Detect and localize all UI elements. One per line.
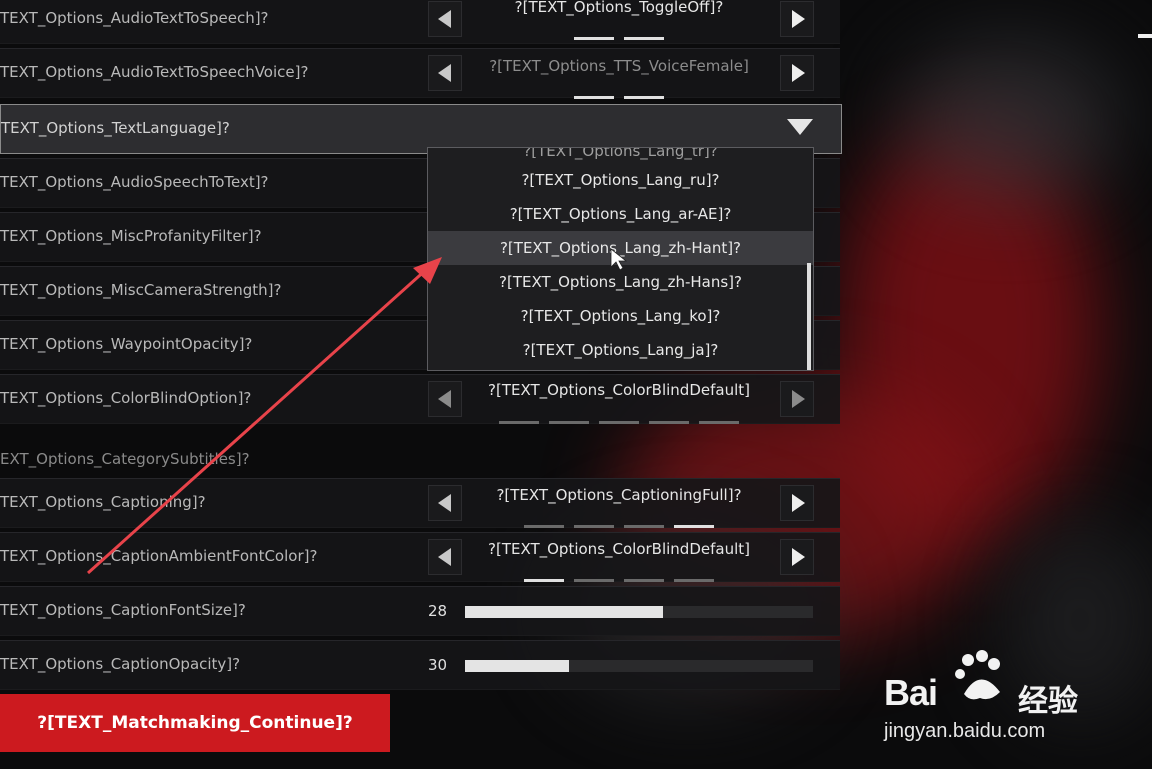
option-value: ?[TEXT_Options_ToggleOff]? bbox=[514, 0, 724, 16]
next-arrow-icon[interactable] bbox=[780, 381, 814, 417]
corner-mark bbox=[1138, 34, 1152, 38]
value-indicator bbox=[462, 409, 776, 424]
slider-fill bbox=[465, 660, 570, 672]
prev-arrow-icon[interactable] bbox=[428, 381, 462, 417]
language-option-ja[interactable]: ?[TEXT_Options_Lang_ja]? bbox=[428, 333, 813, 367]
option-row-tts-voice: TEXT_Options_AudioTextToSpeechVoice]? ?[… bbox=[0, 48, 840, 99]
baidu-logo: Bai bbox=[884, 672, 938, 713]
option-value: ?[TEXT_Options_ColorBlindDefault] bbox=[488, 540, 750, 558]
value-indicator bbox=[462, 567, 776, 582]
option-row-caption-font-size: TEXT_Options_CaptionFontSize]? 28 bbox=[0, 586, 840, 636]
chevron-down-icon[interactable] bbox=[787, 119, 813, 135]
language-option-ar-ae[interactable]: ?[TEXT_Options_Lang_ar-AE]? bbox=[428, 197, 813, 231]
language-option-ko[interactable]: ?[TEXT_Options_Lang_ko]? bbox=[428, 299, 813, 333]
language-option-zh-hans[interactable]: ?[TEXT_Options_Lang_zh-Hans]? bbox=[428, 265, 813, 299]
language-option-tr[interactable]: ?[TEXT_Options_Lang_tr]? bbox=[428, 148, 813, 163]
next-arrow-icon[interactable] bbox=[780, 1, 814, 37]
value-indicator bbox=[462, 513, 776, 528]
option-label: TEXT_Options_MiscCameraStrength]? bbox=[0, 281, 282, 299]
option-label: TEXT_Options_TextLanguage]? bbox=[1, 119, 230, 137]
value-indicator bbox=[462, 84, 776, 99]
menu-scrollbar[interactable] bbox=[807, 263, 811, 370]
prev-arrow-icon[interactable] bbox=[428, 1, 462, 37]
option-label: TEXT_Options_CaptionAmbientFontColor]? bbox=[0, 547, 318, 565]
prev-arrow-icon[interactable] bbox=[428, 539, 462, 575]
slider-fill bbox=[465, 606, 664, 618]
section-title-subtitles: EXT_Options_CategorySubtitles]? bbox=[0, 450, 250, 468]
option-label: TEXT_Options_CaptionFontSize]? bbox=[0, 601, 246, 619]
option-label: TEXT_Options_WaypointOpacity]? bbox=[0, 335, 253, 353]
slider-value: 28 bbox=[428, 602, 448, 620]
option-row-caption-font-color: TEXT_Options_CaptionAmbientFontColor]? ?… bbox=[0, 532, 840, 582]
language-option-ru[interactable]: ?[TEXT_Options_Lang_ru]? bbox=[428, 163, 813, 197]
option-value: ?[TEXT_Options_CaptioningFull]? bbox=[496, 486, 742, 504]
baidu-paw-icon bbox=[955, 650, 1000, 700]
option-label: TEXT_Options_Captioning]? bbox=[0, 493, 206, 511]
option-row-color-blind: TEXT_Options_ColorBlindOption]? ?[TEXT_O… bbox=[0, 374, 840, 424]
language-option-zh-hant[interactable]: ?[TEXT_Options_Lang_zh-Hant]? bbox=[428, 231, 813, 265]
prev-arrow-icon[interactable] bbox=[428, 55, 462, 91]
slider-value: 30 bbox=[428, 656, 448, 674]
opacity-slider[interactable] bbox=[465, 660, 813, 672]
option-label: TEXT_Options_CaptionOpacity]? bbox=[0, 655, 241, 673]
option-label: TEXT_Options_AudioTextToSpeech]? bbox=[0, 9, 269, 27]
option-label: TEXT_Options_AudioSpeechToText]? bbox=[0, 173, 269, 191]
option-label: TEXT_Options_AudioTextToSpeechVoice]? bbox=[0, 63, 309, 81]
next-arrow-icon[interactable] bbox=[780, 539, 814, 575]
language-dropdown-menu: ?[TEXT_Options_Lang_tr]? ?[TEXT_Options_… bbox=[427, 147, 814, 371]
watermark-url: jingyan.baidu.com bbox=[884, 720, 1046, 742]
option-row-captioning: TEXT_Options_Captioning]? ?[TEXT_Options… bbox=[0, 478, 840, 528]
font-size-slider[interactable] bbox=[465, 606, 813, 618]
option-row-text-to-speech: TEXT_Options_AudioTextToSpeech]? ?[TEXT_… bbox=[0, 0, 840, 44]
continue-button[interactable]: ?[TEXT_Matchmaking_Continue]? bbox=[0, 694, 390, 752]
option-value: ?[TEXT_Options_ColorBlindDefault] bbox=[488, 381, 750, 399]
option-label: TEXT_Options_ColorBlindOption]? bbox=[0, 389, 252, 407]
baidu-watermark: Bai 经验 jingyan.baidu.com bbox=[884, 642, 1094, 752]
next-arrow-icon[interactable] bbox=[780, 55, 814, 91]
option-value: ?[TEXT_Options_TTS_VoiceFemale] bbox=[489, 57, 749, 75]
next-arrow-icon[interactable] bbox=[780, 485, 814, 521]
value-indicator bbox=[462, 25, 776, 40]
baidu-logo-cn: 经验 bbox=[1018, 684, 1078, 719]
option-row-caption-opacity: TEXT_Options_CaptionOpacity]? 30 bbox=[0, 640, 840, 690]
option-label: TEXT_Options_MiscProfanityFilter]? bbox=[0, 227, 262, 245]
prev-arrow-icon[interactable] bbox=[428, 485, 462, 521]
